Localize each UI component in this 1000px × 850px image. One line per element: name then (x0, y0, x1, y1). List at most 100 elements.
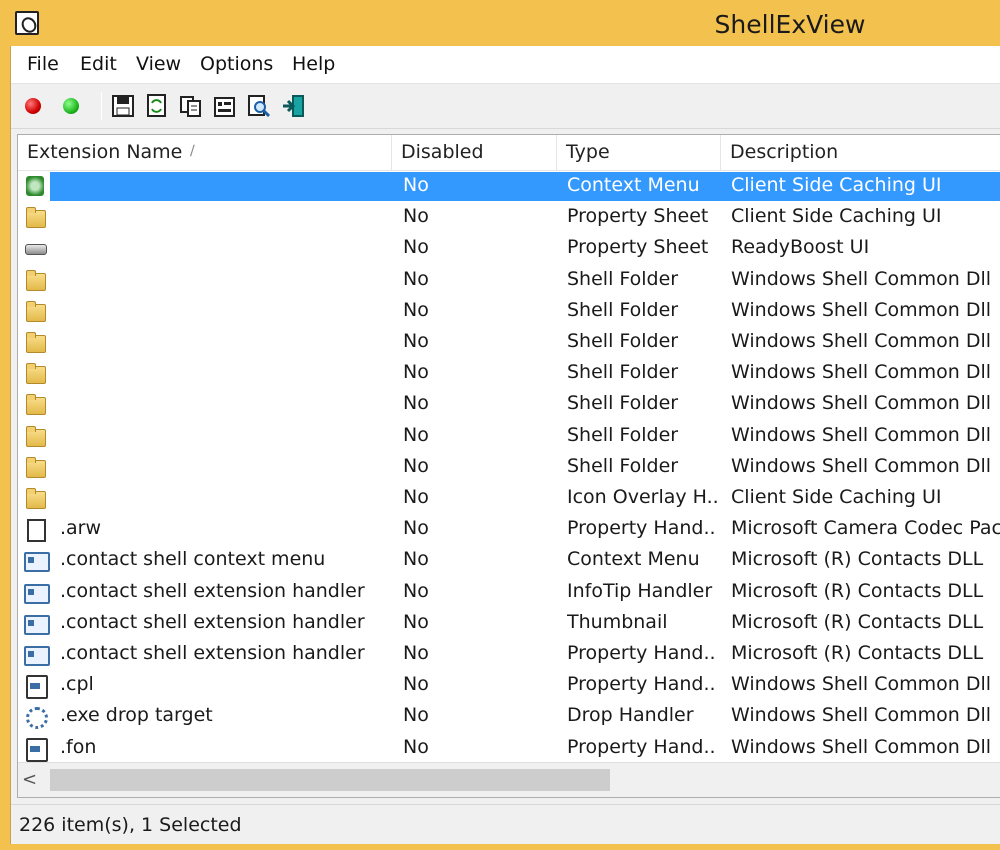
enable-button[interactable] (57, 92, 85, 120)
cell-disabled: No (403, 205, 429, 228)
sort-ascending-icon: ∕ (190, 143, 195, 159)
table-row[interactable]: No Shell Folder Windows Shell Common Dll (18, 358, 1000, 389)
cpl-icon (24, 737, 48, 762)
table-row[interactable]: .cpl No Property Hand... Windows Shell Comm… (18, 670, 1000, 701)
toolbar-separator (101, 92, 102, 120)
table-row[interactable]: .contact shell extension handler No Thumbn… (18, 608, 1000, 639)
copy-button[interactable] (177, 92, 205, 120)
cell-type: Shell Folder (567, 423, 679, 446)
cell-name: .contact shell extension handler (60, 610, 365, 633)
cell-description: Windows Shell Common Dll (731, 673, 992, 696)
toolbar (11, 84, 1000, 129)
cell-description: Windows Shell Common Dll (731, 267, 992, 290)
scroll-thumb[interactable] (50, 769, 610, 791)
cell-disabled: No (403, 610, 429, 633)
cell-description: Client Side Caching UI (731, 174, 942, 196)
menu-help[interactable]: Help (292, 53, 335, 75)
menu-options[interactable]: Options (200, 53, 273, 75)
table-row[interactable]: No Shell Folder Windows Shell Common Dll (18, 389, 1000, 420)
cell-type: Shell Folder (567, 330, 679, 352)
cell-name: .arw (60, 517, 102, 540)
table-row[interactable]: No Property Sheet ReadyBoost UI (18, 233, 1000, 264)
cell-description: Windows Shell Common Dll (731, 454, 992, 477)
cell-disabled: No (403, 174, 429, 196)
folder-icon (24, 425, 46, 447)
table-row[interactable]: No Shell Folder Windows Shell Common Dll (18, 421, 1000, 452)
cell-description: Windows Shell Common Dll (731, 330, 992, 352)
cell-disabled: No (403, 704, 429, 727)
cell-name: .contact shell extension handler (60, 642, 365, 664)
app-icon[interactable] (15, 11, 39, 35)
cell-description: Microsoft (R) Contacts DLL (731, 579, 984, 602)
cell-type: Property Sheet (567, 205, 709, 228)
exit-button[interactable] (279, 92, 307, 120)
column-extension-name[interactable]: Extension Name ∕ (18, 135, 392, 171)
folder-icon (24, 300, 46, 322)
table-row[interactable]: No Context Menu Client Side Caching UI (18, 171, 1000, 202)
client-area: File Edit View Options Help Extension Na… (10, 46, 1000, 844)
cell-description: Windows Shell Common Dll (731, 298, 992, 321)
cell-disabled: No (403, 579, 429, 602)
table-row[interactable]: .contact shell extension handler No Proper… (18, 639, 1000, 670)
save-button[interactable] (109, 92, 137, 120)
table-row[interactable]: .contact shell extension handler No InfoTi… (18, 577, 1000, 608)
cell-description: Windows Shell Common Dll (731, 361, 992, 384)
refresh-icon (147, 94, 166, 117)
cell-description: Windows Shell Common Dll (731, 392, 992, 415)
menu-edit[interactable]: Edit (80, 53, 117, 75)
table-row[interactable]: No Shell Folder Windows Shell Common Dll (18, 265, 1000, 296)
cell-disabled: No (403, 236, 429, 259)
menu-view[interactable]: View (136, 53, 181, 75)
menu-bar: File Edit View Options Help (11, 46, 1000, 84)
column-label: Description (730, 141, 839, 163)
title-bar[interactable]: ShellExView (0, 0, 1000, 46)
column-label: Extension Name (27, 141, 183, 163)
find-button[interactable] (245, 92, 273, 120)
enable-icon (63, 98, 79, 114)
table-row[interactable]: No Property Sheet Client Side Caching UI (18, 202, 1000, 233)
properties-button[interactable] (211, 92, 239, 120)
menu-file[interactable]: File (27, 53, 59, 75)
cell-disabled: No (403, 735, 429, 758)
folder-sync-icon (24, 487, 46, 509)
table-row[interactable]: No Shell Folder Windows Shell Common Dll (18, 296, 1000, 327)
disable-icon (25, 98, 41, 114)
cell-name: .contact shell extension handler (60, 579, 365, 602)
cell-type: InfoTip Handler (567, 579, 713, 602)
cell-description: Microsoft (R) Contacts DLL (731, 610, 984, 633)
status-text: 226 item(s), 1 Selected (19, 814, 242, 836)
column-label: Type (566, 141, 610, 163)
exit-icon (283, 95, 304, 117)
table-row[interactable]: No Shell Folder Windows Shell Common Dll (18, 452, 1000, 483)
cell-disabled: No (403, 454, 429, 477)
folder-icon (24, 362, 46, 385)
column-description[interactable]: Description (721, 135, 1000, 171)
drive-icon (24, 237, 47, 259)
cell-disabled: No (403, 548, 429, 571)
refresh-button[interactable] (143, 92, 171, 120)
cell-disabled: No (403, 486, 429, 508)
folder-icon (24, 331, 46, 353)
disable-button[interactable] (19, 92, 47, 120)
table-row[interactable]: .fon No Property Hand... Windows Shell Comm… (18, 733, 1000, 764)
cell-type: Shell Folder (567, 361, 679, 384)
scroll-left-icon[interactable]: < (22, 769, 37, 790)
status-bar: 226 item(s), 1 Selected (11, 804, 1000, 844)
table-row[interactable]: .arw No Property Hand... Microsoft Camera C… (18, 514, 1000, 545)
column-disabled[interactable]: Disabled (392, 135, 557, 171)
extensions-list[interactable]: Extension Name ∕ Disabled Type Descripti… (17, 134, 1000, 798)
column-type[interactable]: Type (557, 135, 721, 171)
cell-description: Microsoft Camera Codec Pack (731, 517, 1000, 540)
cell-description: Windows Shell Common Dll (731, 704, 992, 727)
cell-name: .cpl (60, 673, 94, 696)
table-row[interactable]: No Shell Folder Windows Shell Common Dll (18, 327, 1000, 358)
folder-icon (24, 269, 46, 291)
cell-type: Property Sheet (567, 236, 709, 259)
cell-type: Context Menu (567, 174, 700, 196)
horizontal-scrollbar[interactable]: < (18, 762, 1000, 797)
cell-name: .exe drop target (60, 704, 213, 727)
table-row[interactable]: .exe drop target No Drop Handler Windows Sh… (18, 701, 1000, 732)
table-row[interactable]: .contact shell context menu No Context Men… (18, 545, 1000, 576)
table-row[interactable]: No Icon Overlay H... Client Side Caching U… (18, 483, 1000, 514)
cell-type: Property Hand... (567, 673, 717, 696)
